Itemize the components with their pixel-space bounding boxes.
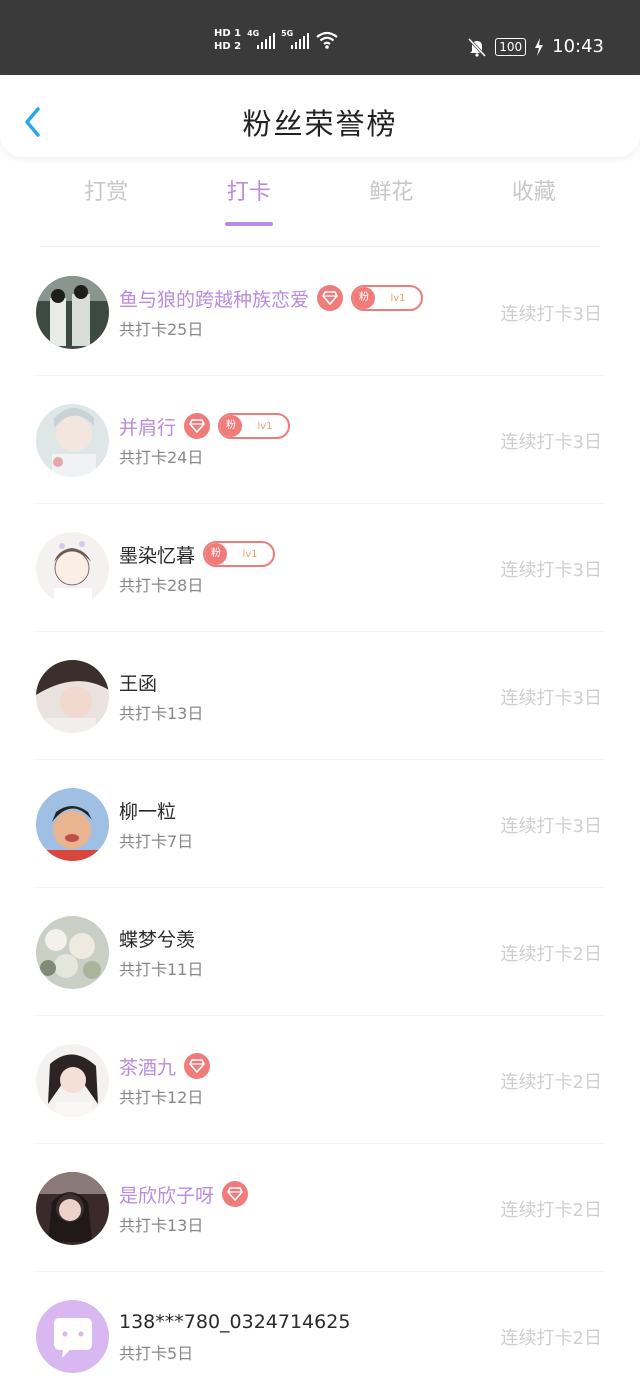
fan-badge-label: 粉 <box>205 543 228 565</box>
status-right: 100 10:43 <box>467 36 604 57</box>
fan-badge-level: lv1 <box>390 292 406 304</box>
avatar[interactable] <box>36 1300 109 1373</box>
total-checkins: 共打卡12日 <box>119 1088 204 1107</box>
fan-level-badge: 粉 lv1 <box>203 541 276 567</box>
avatar[interactable] <box>36 1172 109 1245</box>
hd2-icon: HD 2 <box>214 41 242 52</box>
list-item[interactable]: 138***780_0324714625 共打卡5日 连续打卡2日 <box>0 1272 640 1400</box>
fan-badge-level: lv1 <box>257 420 273 432</box>
total-checkins: 共打卡13日 <box>119 1216 204 1235</box>
streak-checkins: 连续打卡3日 <box>500 688 602 709</box>
streak-checkins: 连续打卡3日 <box>500 816 602 837</box>
streak-checkins: 连续打卡3日 <box>500 304 602 325</box>
streak-checkins: 连续打卡3日 <box>500 560 602 581</box>
list-item[interactable]: 并肩行 粉 lv1 共打卡24日 连续打卡3日 <box>0 376 640 504</box>
avatar[interactable] <box>36 276 109 349</box>
name-line: 并肩行 粉 lv1 <box>119 412 291 440</box>
status-left: HD 1 HD 2 4G 5G <box>214 28 339 52</box>
avatar[interactable] <box>36 788 109 861</box>
charging-icon <box>535 37 544 56</box>
wifi-icon <box>316 31 338 49</box>
tab-divider <box>40 246 600 247</box>
fan-level-badge: 粉 lv1 <box>218 413 291 439</box>
name-line: 鱼与狼的跨越种族恋爱 粉 lv1 <box>119 284 424 312</box>
name-line: 是欣欣子呀 <box>119 1180 249 1208</box>
avatar[interactable] <box>36 660 109 733</box>
total-checkins: 共打卡13日 <box>119 704 204 723</box>
streak-checkins: 连续打卡2日 <box>500 944 602 965</box>
diamond-icon <box>184 1053 211 1079</box>
fan-name[interactable]: 是欣欣子呀 <box>119 1181 214 1208</box>
hd1-icon: HD 1 <box>214 28 242 39</box>
list-item[interactable]: 墨染忆暮 粉 lv1 共打卡28日 连续打卡3日 <box>0 504 640 632</box>
name-line: 王函 <box>119 668 157 696</box>
fan-name[interactable]: 鱼与狼的跨越种族恋爱 <box>119 285 309 312</box>
name-line: 138***780_0324714625 <box>119 1308 350 1336</box>
diamond-icon <box>222 1181 249 1207</box>
signal-sim1-icon: 4G <box>247 29 276 51</box>
bell-off-icon <box>468 37 487 57</box>
avatar[interactable] <box>36 532 109 605</box>
total-checkins: 共打卡5日 <box>119 1344 194 1363</box>
streak-checkins: 连续打卡2日 <box>500 1328 602 1349</box>
tab-reward[interactable]: 打赏 <box>35 172 178 232</box>
avatar[interactable] <box>36 404 109 477</box>
diamond-icon <box>184 413 211 439</box>
total-checkins: 共打卡11日 <box>119 960 204 979</box>
fan-list: 鱼与狼的跨越种族恋爱 粉 lv1 共打卡25日 连续打卡3日 并肩行 粉 lv1 共… <box>0 248 640 1400</box>
tab-favorites[interactable]: 收藏 <box>463 172 606 232</box>
fan-badge-label: 粉 <box>353 287 376 309</box>
total-checkins: 共打卡7日 <box>119 832 194 851</box>
list-item[interactable]: 蝶梦兮羡 共打卡11日 连续打卡2日 <box>0 888 640 1016</box>
fan-name[interactable]: 王函 <box>119 669 157 696</box>
hd-icons: HD 1 HD 2 <box>214 28 241 52</box>
streak-checkins: 连续打卡2日 <box>500 1072 602 1093</box>
fan-name[interactable]: 蝶梦兮羡 <box>119 925 195 952</box>
name-line: 柳一粒 <box>119 796 176 824</box>
signal-sim2-icon: 5G <box>281 29 310 51</box>
fan-name[interactable]: 茶酒九 <box>119 1053 176 1080</box>
fan-name[interactable]: 墨染忆暮 <box>119 541 195 568</box>
streak-checkins: 连续打卡2日 <box>500 1200 602 1221</box>
fan-badge-label: 粉 <box>220 415 243 437</box>
fan-level-badge: 粉 lv1 <box>351 285 424 311</box>
name-line: 墨染忆暮 粉 lv1 <box>119 540 276 568</box>
list-item[interactable]: 王函 共打卡13日 连续打卡3日 <box>0 632 640 760</box>
list-item[interactable]: 茶酒九 共打卡12日 连续打卡2日 <box>0 1016 640 1144</box>
fan-name[interactable]: 138***780_0324714625 <box>119 1311 350 1333</box>
list-item[interactable]: 柳一粒 共打卡7日 连续打卡3日 <box>0 760 640 888</box>
list-item[interactable]: 鱼与狼的跨越种族恋爱 粉 lv1 共打卡25日 连续打卡3日 <box>0 248 640 376</box>
tab-flowers[interactable]: 鲜花 <box>320 172 463 232</box>
name-line: 蝶梦兮羡 <box>119 924 195 952</box>
diamond-icon <box>317 285 344 311</box>
battery-indicator: 100 <box>495 37 527 56</box>
name-line: 茶酒九 <box>119 1052 211 1080</box>
total-checkins: 共打卡25日 <box>119 320 204 339</box>
avatar[interactable] <box>36 1044 109 1117</box>
avatar[interactable] <box>36 916 109 989</box>
status-bar: HD 1 HD 2 4G 5G 100 10:43 <box>0 0 640 75</box>
total-checkins: 共打卡28日 <box>119 576 204 595</box>
fan-name[interactable]: 并肩行 <box>119 413 176 440</box>
streak-checkins: 连续打卡3日 <box>500 432 602 453</box>
fan-name[interactable]: 柳一粒 <box>119 797 176 824</box>
tab-checkin[interactable]: 打卡 <box>178 172 321 232</box>
page-title: 粉丝荣誉榜 <box>242 107 398 141</box>
clock: 10:43 <box>552 36 604 57</box>
total-checkins: 共打卡24日 <box>119 448 204 467</box>
list-item[interactable]: 是欣欣子呀 共打卡13日 连续打卡2日 <box>0 1144 640 1272</box>
tab-bar: 打赏 打卡 鲜花 收藏 <box>35 172 605 232</box>
fan-badge-level: lv1 <box>242 548 258 560</box>
nav-header: 粉丝荣誉榜 <box>0 75 640 157</box>
